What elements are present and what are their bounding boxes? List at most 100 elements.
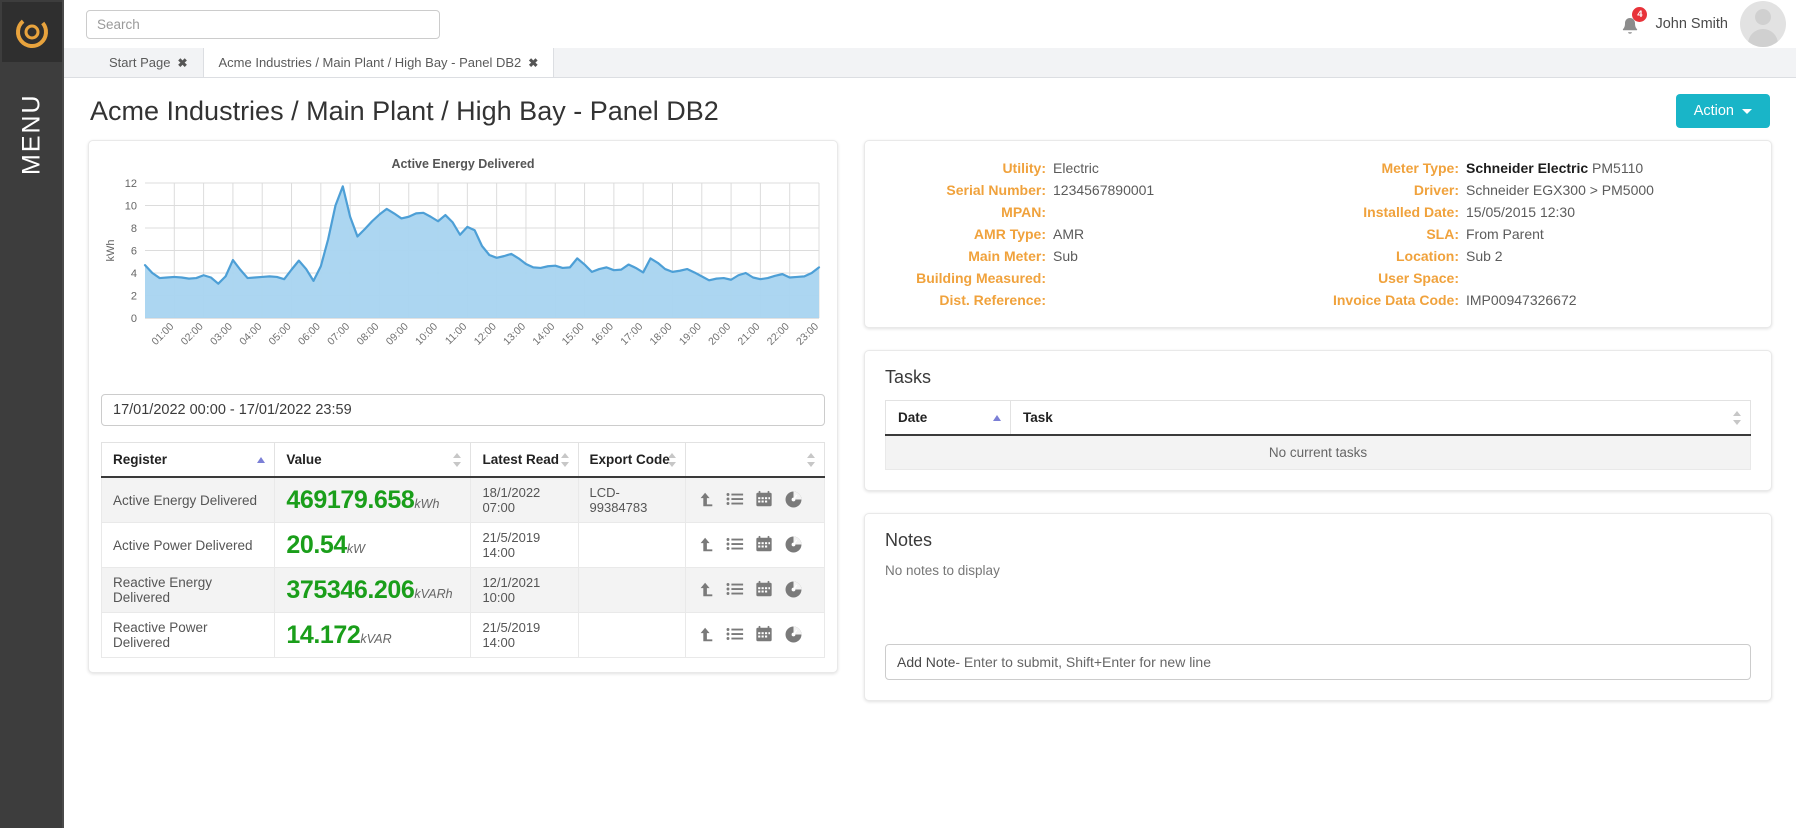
energy-area-chart[interactable]: 0 2 4 6 8 10 12 01:00 02:00 03:00 04:00 05:00 06:00 0… <box>101 175 825 380</box>
col-actions[interactable] <box>685 442 825 478</box>
action-button-label: Action <box>1693 103 1734 119</box>
calendar-icon[interactable] <box>755 490 777 510</box>
chart-title: Active Energy Delivered <box>391 157 535 171</box>
detail-row: Invoice Data Code: IMP00947326672 <box>1318 289 1751 311</box>
cell-latest-read: 21/5/2019 14:00 <box>470 522 579 568</box>
detail-value: Sub <box>1053 248 1078 264</box>
cell-latest-read: 12/1/2021 10:00 <box>470 567 579 613</box>
register-table-header-row: Register Value Latest Read Export Code <box>100 442 825 478</box>
svg-text:08:00: 08:00 <box>354 321 381 348</box>
col-label: Register <box>113 452 168 467</box>
top-bar: 4 John Smith <box>64 0 1796 48</box>
table-row[interactable]: Active Power Delivered 20.54kW 21/5/2019 1… <box>100 522 825 568</box>
tasks-empty-row: No current tasks <box>885 434 1751 470</box>
tab-start-page[interactable]: Start Page ✖ <box>94 48 204 77</box>
detail-value: Schneider EGX300 > PM5000 <box>1466 182 1654 198</box>
list-icon[interactable] <box>726 625 748 645</box>
notes-card: Notes No notes to display Add Note - Ent… <box>864 513 1772 701</box>
sort-both-icon <box>807 452 815 467</box>
svg-text:2: 2 <box>131 291 137 303</box>
table-row[interactable]: Active Energy Delivered 469179.658kWh 18/1… <box>100 476 825 523</box>
detail-label: Meter Type: <box>1381 160 1459 176</box>
detail-value: Electric <box>1053 160 1099 176</box>
cell-value: 14.172kVAR <box>274 612 472 658</box>
date-range-input[interactable]: 17/01/2022 00:00 - 17/01/2022 23:59 <box>101 394 825 426</box>
detail-row: AMR Type: AMR <box>885 223 1318 245</box>
tab-close-icon[interactable]: ✖ <box>177 56 187 70</box>
detail-value: AMR <box>1053 226 1085 242</box>
level-up-icon[interactable] <box>697 580 719 600</box>
tasks-col-date[interactable]: Date <box>885 400 1011 436</box>
svg-text:19:00: 19:00 <box>677 321 704 348</box>
detail-label: Building Measured: <box>916 270 1046 286</box>
add-note-input[interactable]: Add Note - Enter to submit, Shift+Enter … <box>885 644 1751 680</box>
search-input[interactable] <box>86 9 440 39</box>
user-zone: 4 John Smith <box>1617 0 1796 48</box>
sort-asc-icon <box>993 414 1001 421</box>
calendar-icon[interactable] <box>755 580 777 600</box>
add-note-label: Add Note <box>897 654 956 670</box>
content-columns: Active Energy Delivered 0 2 4 6 8 10 12 01:00 02… <box>88 140 1772 701</box>
col-export-code[interactable]: Export Code <box>577 442 686 478</box>
svg-text:04:00: 04:00 <box>237 321 264 348</box>
svg-text:01:00: 01:00 <box>149 321 176 348</box>
notifications-button[interactable]: 4 <box>1617 7 1648 39</box>
cell-value: 469179.658kWh <box>274 476 472 523</box>
svg-text:13:00: 13:00 <box>501 321 528 348</box>
user-name[interactable]: John Smith <box>1655 16 1728 32</box>
svg-text:14:00: 14:00 <box>530 321 557 348</box>
gauge-icon[interactable] <box>784 535 806 555</box>
svg-text:11:00: 11:00 <box>443 321 470 348</box>
tasks-card: Tasks Date Task No current tasks <box>864 350 1772 491</box>
list-icon[interactable] <box>726 535 748 555</box>
detail-row: MPAN: <box>885 201 1318 223</box>
tab-panel-db2[interactable]: Acme Industries / Main Plant / High Bay … <box>203 48 555 77</box>
tab-close-icon[interactable]: ✖ <box>528 56 538 70</box>
detail-label: Invoice Data Code: <box>1332 292 1459 308</box>
level-up-icon[interactable] <box>697 625 719 645</box>
list-icon[interactable] <box>726 580 748 600</box>
svg-text:10: 10 <box>125 201 137 213</box>
gauge-icon[interactable] <box>784 625 806 645</box>
menu-toggle[interactable]: MENU <box>0 74 64 194</box>
level-up-icon[interactable] <box>697 535 719 555</box>
tasks-col-task[interactable]: Task <box>1010 400 1751 436</box>
table-row[interactable]: Reactive Power Delivered 14.172kVAR 21/5/2… <box>100 612 825 658</box>
calendar-icon[interactable] <box>755 535 777 555</box>
avatar[interactable] <box>1740 1 1786 47</box>
cell-value: 20.54kW <box>274 522 472 568</box>
col-latest-read[interactable]: Latest Read <box>470 442 579 478</box>
tab-label: Start Page <box>109 55 171 70</box>
page-header: Acme Industries / Main Plant / High Bay … <box>88 78 1772 140</box>
level-up-icon[interactable] <box>697 490 719 510</box>
calendar-icon[interactable] <box>755 625 777 645</box>
details-right-column: Meter Type: Schneider Electric PM5110 Driv… <box>1318 157 1751 311</box>
col-value[interactable]: Value <box>274 442 472 478</box>
left-menu-rail: MENU <box>0 0 64 828</box>
svg-text:23:00: 23:00 <box>794 321 821 348</box>
detail-label: Location: <box>1396 248 1459 264</box>
table-row[interactable]: Reactive Energy Delivered 375346.206kVARh… <box>100 567 825 613</box>
detail-label: Utility: <box>1002 160 1046 176</box>
chart-card: Active Energy Delivered 0 2 4 6 8 10 12 01:00 02… <box>88 140 838 673</box>
detail-value: From Parent <box>1466 226 1544 242</box>
detail-value: 15/05/2015 12:30 <box>1466 204 1575 220</box>
list-icon[interactable] <box>726 490 748 510</box>
circle-logo-icon <box>16 16 48 48</box>
page-title: Acme Industries / Main Plant / High Bay … <box>90 95 719 126</box>
gauge-icon[interactable] <box>784 580 806 600</box>
add-note-hint: - Enter to submit, Shift+Enter for new l… <box>955 654 1211 670</box>
gauge-icon[interactable] <box>784 490 806 510</box>
register-table-body: Active Energy Delivered 469179.658kWh 18/1… <box>100 476 825 658</box>
action-button[interactable]: Action <box>1675 94 1770 128</box>
svg-text:8: 8 <box>131 223 137 235</box>
detail-label: AMR Type: <box>973 226 1046 242</box>
detail-row: Building Measured: <box>885 267 1318 289</box>
detail-value: 1234567890001 <box>1053 182 1155 198</box>
svg-text:05:00: 05:00 <box>267 321 294 348</box>
app-logo[interactable] <box>2 2 62 62</box>
col-register[interactable]: Register <box>100 442 276 478</box>
cell-export-code <box>577 567 686 613</box>
cell-value: 375346.206kVARh <box>274 567 472 613</box>
detail-row: Location: Sub 2 <box>1318 245 1751 267</box>
